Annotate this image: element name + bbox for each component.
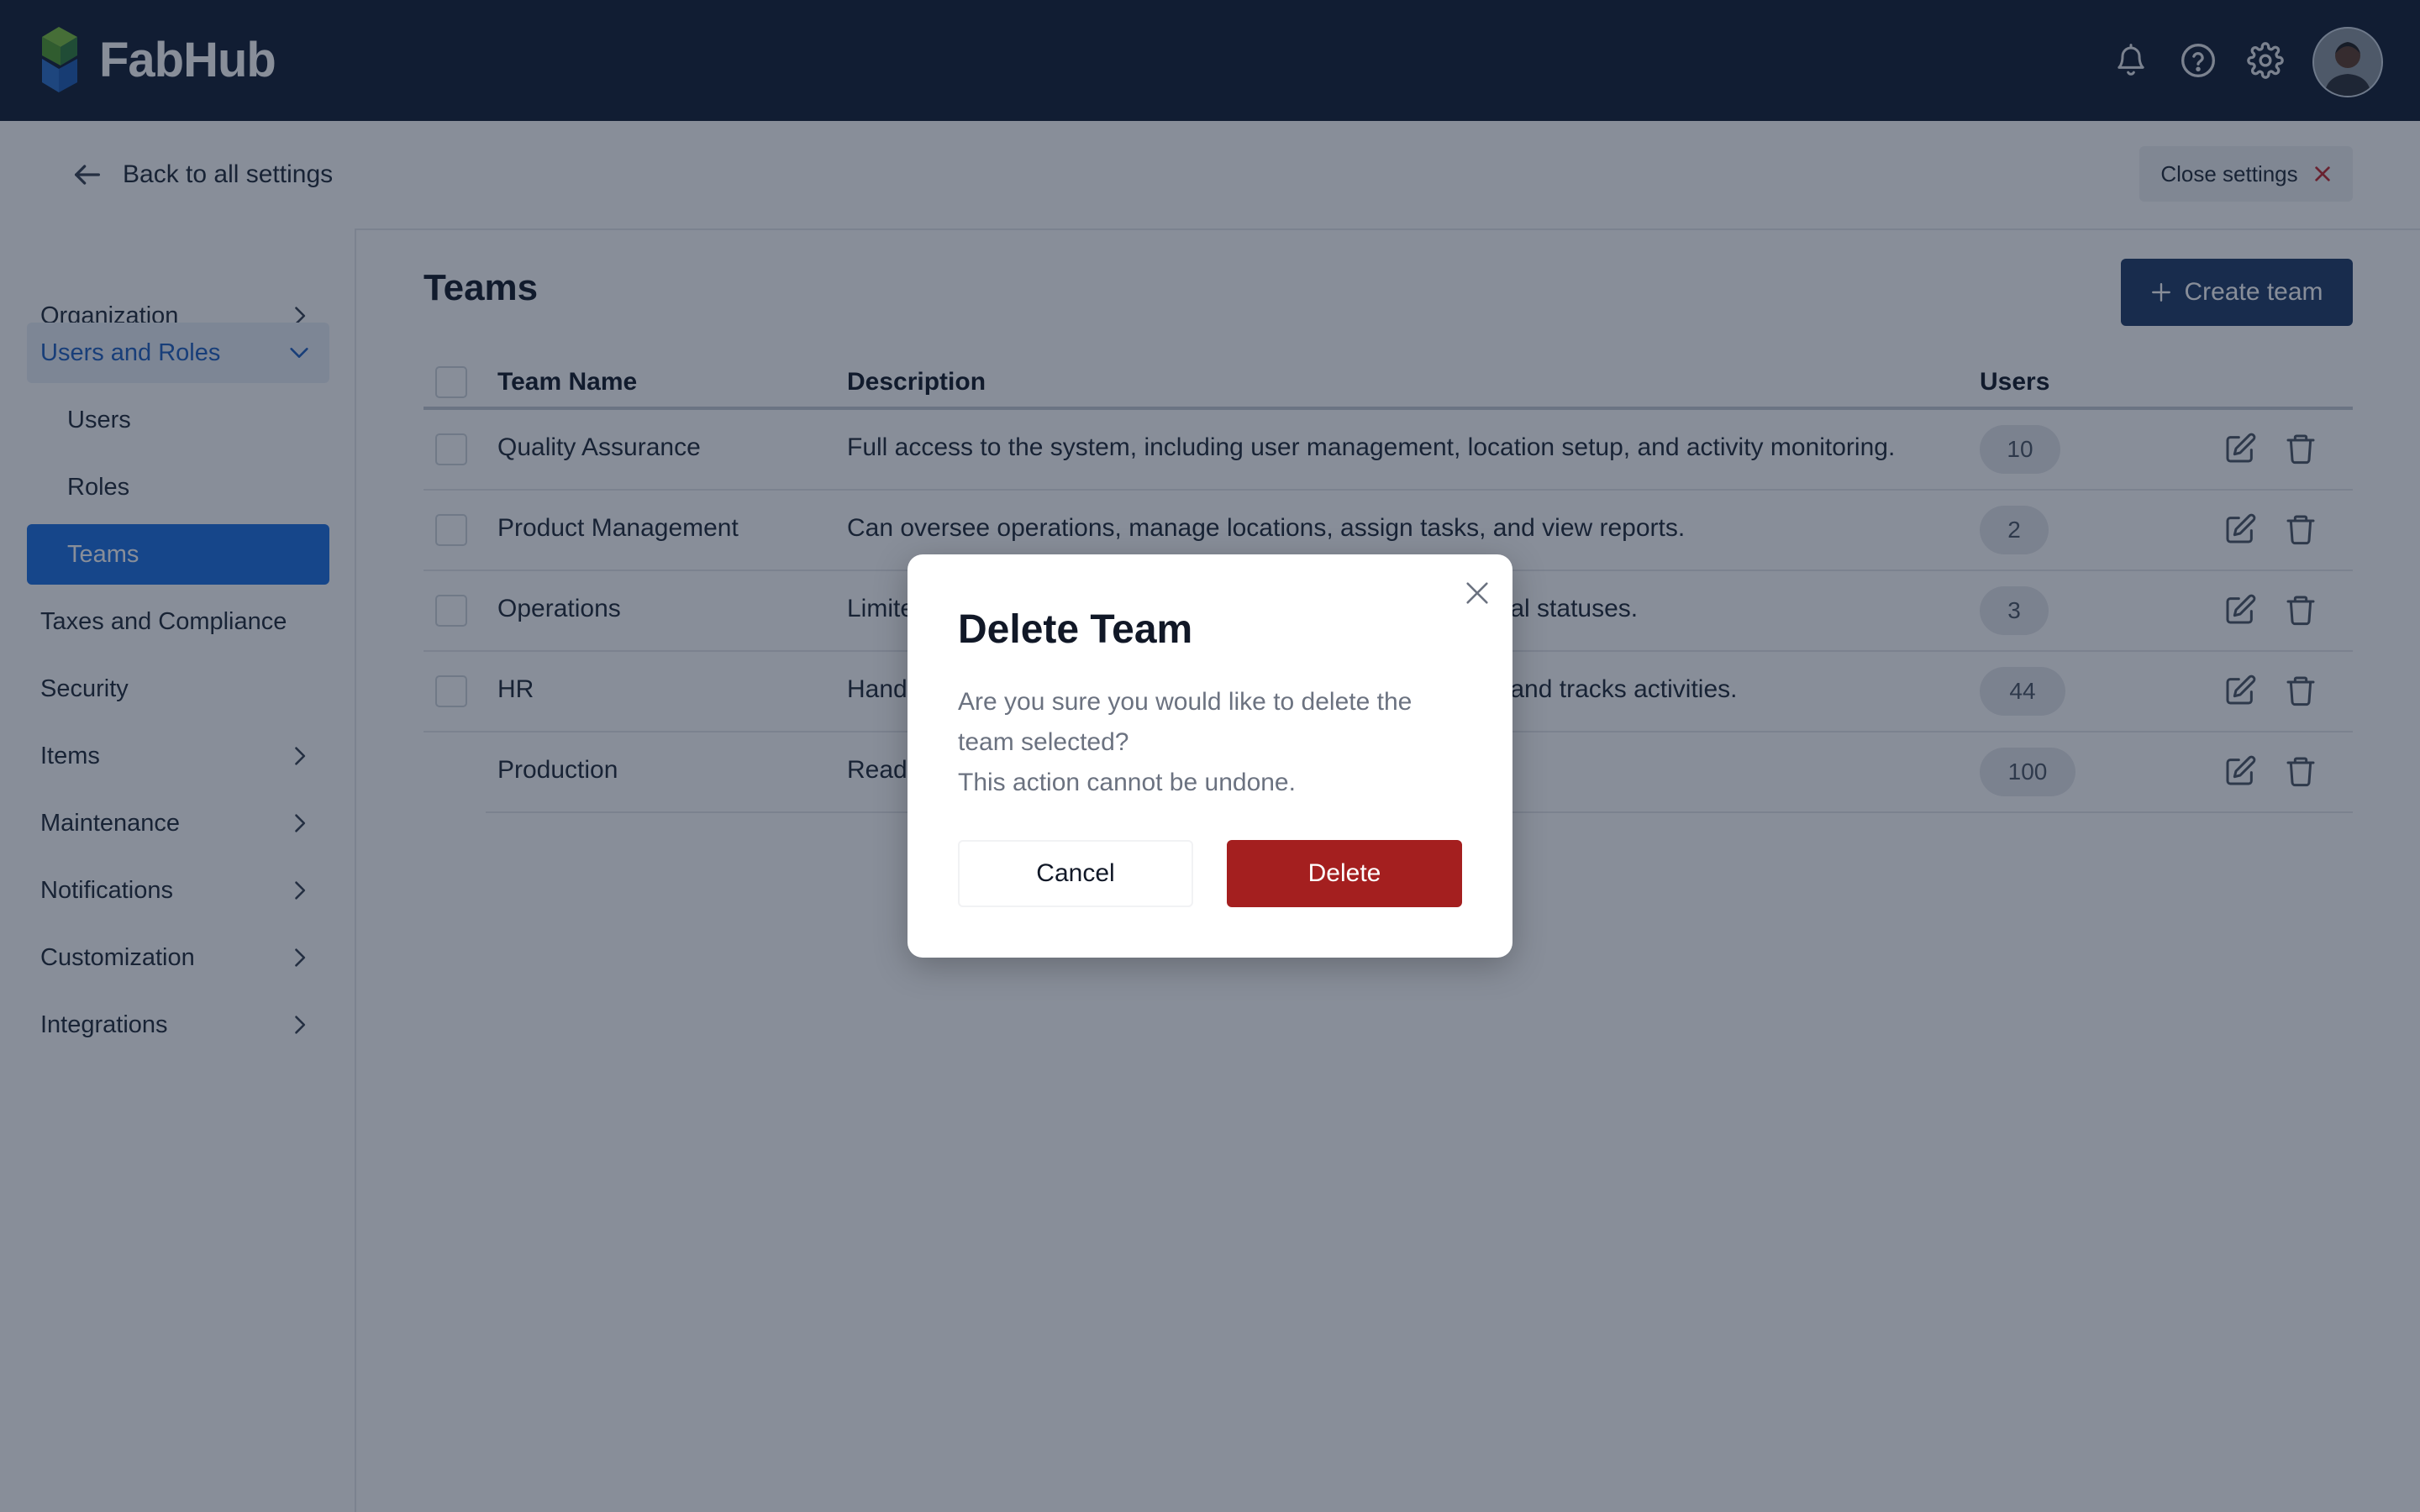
- delete-team-dialog: Delete Team Are you sure you would like …: [908, 554, 1512, 958]
- dialog-message-line-2: This action cannot be undone.: [958, 769, 1296, 796]
- dialog-message-line-1: Are you sure you would like to delete th…: [958, 688, 1413, 756]
- cancel-button[interactable]: Cancel: [958, 840, 1193, 907]
- dialog-message: Are you sure you would like to delete th…: [958, 682, 1462, 803]
- dialog-title: Delete Team: [958, 607, 1193, 652]
- close-icon[interactable]: [1459, 575, 1496, 612]
- delete-button[interactable]: Delete: [1227, 840, 1462, 907]
